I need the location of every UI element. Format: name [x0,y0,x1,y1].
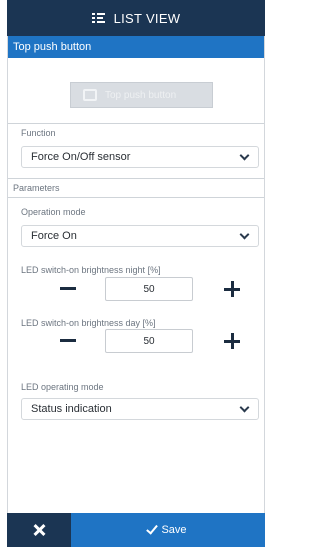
operation-mode-select[interactable]: Force On [21,225,259,247]
save-label: Save [161,524,187,536]
section-header: Top push button [8,36,264,58]
close-icon [33,524,45,536]
cancel-button[interactable] [7,513,71,547]
page-title: LIST VIEW [113,10,181,26]
function-label: Function [21,128,56,138]
divider [8,197,264,198]
operation-mode-label: Operation mode [21,207,86,217]
chevron-down-icon [239,229,250,239]
save-button[interactable]: Save [71,513,265,547]
led-mode-value: Status indication [31,403,112,415]
led-mode-label: LED operating mode [21,382,104,392]
list-view-icon [91,13,105,23]
checkmark-icon [146,522,159,535]
chevron-down-icon [239,150,250,160]
action-bar: Save [7,513,265,547]
led-mode-select[interactable]: Status indication [21,398,259,420]
brightness-night-label: LED switch-on brightness night [%] [21,265,161,275]
brightness-day-decrement-button[interactable] [60,339,76,342]
divider [8,178,264,179]
brightness-day-label: LED switch-on brightness day [%] [21,318,156,328]
push-button-icon [83,89,97,101]
brightness-day-increment-button[interactable] [224,333,240,349]
parameters-label: Parameters [13,183,60,193]
push-button-preview: Top push button [70,82,213,108]
operation-mode-value: Force On [31,230,77,242]
brightness-night-input[interactable] [105,277,193,301]
brightness-night-increment-button[interactable] [224,281,240,297]
push-button-preview-label: Top push button [105,89,177,101]
divider [8,123,264,124]
function-value: Force On/Off sensor [31,151,131,163]
top-bar: LIST VIEW [7,0,265,36]
brightness-day-input[interactable] [105,329,193,353]
chevron-down-icon [239,402,250,412]
section-title: Top push button [13,41,92,53]
function-select[interactable]: Force On/Off sensor [21,146,259,168]
settings-panel: Top push button Top push button Function… [7,36,265,513]
brightness-night-decrement-button[interactable] [60,287,76,290]
